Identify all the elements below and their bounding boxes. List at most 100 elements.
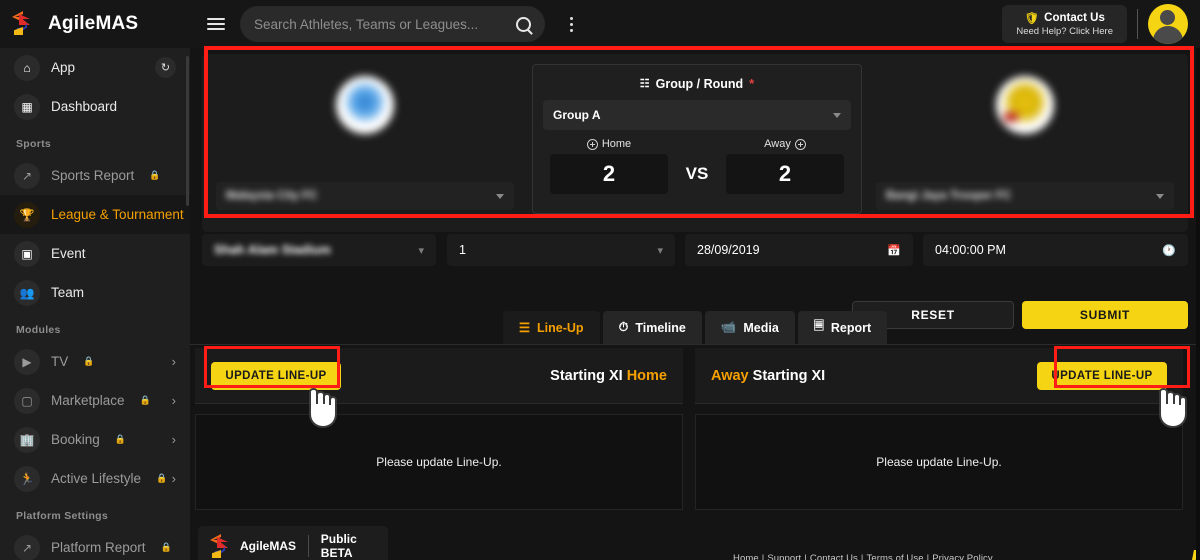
sidebar-item-label: Active Lifestyle (51, 471, 142, 486)
away-team-crest (996, 76, 1054, 134)
home-team-select[interactable]: Malaysia City FC (216, 182, 514, 210)
home-score-value[interactable]: 2 (550, 154, 668, 194)
tab-media[interactable]: 📹 Media (704, 311, 795, 344)
calendar-icon[interactable]: 📅 (887, 244, 901, 257)
divider (308, 535, 309, 557)
away-score-cell: Away 2 (726, 138, 844, 194)
vs-label: VS (685, 164, 709, 183)
tab-report[interactable]: 🗏 Report (797, 311, 888, 344)
kebab-menu-icon[interactable] (559, 9, 583, 39)
home-score-cell: Home 2 (550, 138, 668, 194)
agilemas-logo-icon (12, 11, 38, 37)
contact-subtitle: Need Help? Click Here (1016, 26, 1113, 37)
lock-icon: 🔒 (156, 473, 168, 483)
sitemap-icon: ☷ (639, 78, 650, 90)
away-score-value[interactable]: 2 (726, 154, 844, 194)
sidebar-scrollbar[interactable] (186, 56, 189, 206)
chevron-right-icon[interactable]: › (172, 432, 176, 447)
clock-icon: ⏱ (618, 320, 629, 334)
sidebar-item-marketplace[interactable]: ▢ Marketplace 🔒 › (0, 381, 190, 420)
away-lineup-empty-state: Please update Line-Up. (695, 414, 1183, 510)
home-team-crest (336, 76, 394, 134)
divider (1137, 9, 1138, 39)
refresh-icon[interactable]: ↻ (155, 57, 176, 78)
brand-name: AgileMAS (48, 13, 139, 34)
away-lineup-header: Away Starting XI UPDATE LINE-UP (695, 348, 1183, 404)
sidebar-item-league-tournament[interactable]: 🏆 League & Tournament (0, 195, 190, 234)
sidebar: AgileMAS ⌂ App ↻ ▦ Dashboard Sports ↗ Sp… (0, 0, 190, 560)
time-value: 04:00:00 PM (935, 243, 1006, 257)
chevron-down-icon: ▾ (418, 244, 424, 257)
away-team-column: Bangi Jaya Trooper FC (866, 54, 1184, 224)
footer-links: Home | Support | Contact Us | Terms of Use | Pri… (730, 553, 996, 560)
people-icon: 👥 (14, 279, 40, 306)
footer-link-terms[interactable]: Terms of Use (863, 553, 926, 560)
group-round-select[interactable]: Group A (543, 100, 851, 130)
footer-brand-card: AgileMAS Public BETA (198, 526, 388, 560)
grid-icon: ▦ (14, 93, 40, 120)
sidebar-item-app[interactable]: ⌂ App ↻ (0, 48, 190, 87)
hamburger-icon[interactable] (202, 10, 230, 38)
home-team-column: Malaysia City FC (206, 54, 524, 224)
chevron-down-icon (833, 112, 841, 118)
home-lineup-title: Starting XI Home (550, 367, 667, 384)
match-details-row: Shah Alam Stadium ▾ 1 ▾ 28/09/2019 📅 04:… (202, 234, 1188, 266)
sidebar-item-label: Event (51, 246, 86, 261)
round-value: 1 (459, 243, 466, 257)
away-team-select[interactable]: Bangi Jaya Trooper FC (876, 182, 1174, 210)
footer-link-privacy[interactable]: Privacy Policy (929, 553, 996, 560)
page-scrollbar[interactable] (1196, 48, 1200, 560)
runner-icon: 🏃 (14, 465, 40, 492)
tab-timeline[interactable]: ⏱ Timeline (602, 311, 702, 344)
agilemas-logo-icon (210, 534, 232, 558)
main-content: Malaysia City FC ☷ Group / Round * Group… (190, 48, 1200, 560)
contact-us-button[interactable]: 🛡 Contact Us Need Help? Click Here (1002, 5, 1127, 43)
footer-link-home[interactable]: Home (730, 553, 762, 560)
sidebar-item-platform-report[interactable]: ↗ Platform Report 🔒 (0, 528, 190, 560)
sidebar-item-dashboard[interactable]: ▦ Dashboard (0, 87, 190, 126)
clock-icon[interactable]: 🕐 (1162, 244, 1176, 257)
sidebar-item-team[interactable]: 👥 Team (0, 273, 190, 312)
stadium-value: Shah Alam Stadium (214, 243, 331, 257)
sidebar-item-active-lifestyle[interactable]: 🏃 Active Lifestyle 🔒 › (0, 459, 190, 498)
chevron-right-icon[interactable]: › (172, 354, 176, 369)
chevron-right-icon[interactable]: › (172, 471, 176, 486)
sidebar-item-label: Booking (51, 432, 100, 447)
footer-link-contact-us[interactable]: Contact Us (807, 553, 861, 560)
shield-icon: 🛡 (1024, 13, 1040, 25)
sidebar-item-label: Platform Report (51, 540, 146, 555)
sidebar-item-event[interactable]: ▣ Event (0, 234, 190, 273)
search-bar[interactable] (240, 6, 545, 42)
match-time-input[interactable]: 04:00:00 PM 🕐 (923, 234, 1188, 266)
sidebar-item-tv[interactable]: ▶ TV 🔒 › (0, 342, 190, 381)
tab-line-up[interactable]: ☰ Line-Up (502, 311, 600, 344)
building-icon: 🏢 (14, 426, 40, 453)
top-navigation-bar: 🛡 Contact Us Need Help? Click Here (190, 0, 1200, 48)
home-lineup-header: UPDATE LINE-UP Starting XI Home (195, 348, 683, 404)
plus-circle-icon[interactable] (794, 138, 806, 150)
search-input[interactable] (254, 16, 508, 32)
avatar[interactable] (1148, 4, 1188, 44)
media-icon: 📹 (720, 320, 737, 334)
plus-circle-icon[interactable] (586, 138, 598, 150)
lock-icon: 🔒 (114, 434, 127, 444)
lock-icon: 🔒 (160, 542, 172, 552)
match-setup-card: Malaysia City FC ☷ Group / Round * Group… (202, 54, 1188, 232)
group-round-panel: ☷ Group / Round * Group A Home 2 VS Away… (532, 64, 862, 214)
sidebar-item-sports-report[interactable]: ↗ Sports Report 🔒 (0, 156, 190, 195)
ticket-icon: ▣ (14, 240, 40, 267)
footer-link-support[interactable]: Support (764, 553, 804, 560)
chevron-down-icon (1156, 193, 1164, 199)
cursor-pointer-home (309, 388, 337, 429)
round-input[interactable]: 1 ▾ (447, 234, 675, 266)
chevron-down-icon (496, 193, 504, 199)
brand-logo[interactable]: AgileMAS (0, 0, 190, 48)
chevron-down-icon: ▾ (657, 244, 663, 257)
sidebar-item-booking[interactable]: 🏢 Booking 🔒 › (0, 420, 190, 459)
score-row: Home 2 VS Away 2 (533, 138, 861, 194)
stadium-select[interactable]: Shah Alam Stadium ▾ (202, 234, 436, 266)
chevron-right-icon[interactable]: › (172, 393, 176, 408)
home-lineup-empty-state: Please update Line-Up. (195, 414, 683, 510)
match-date-input[interactable]: 28/09/2019 📅 (685, 234, 913, 266)
search-icon[interactable] (516, 16, 531, 32)
